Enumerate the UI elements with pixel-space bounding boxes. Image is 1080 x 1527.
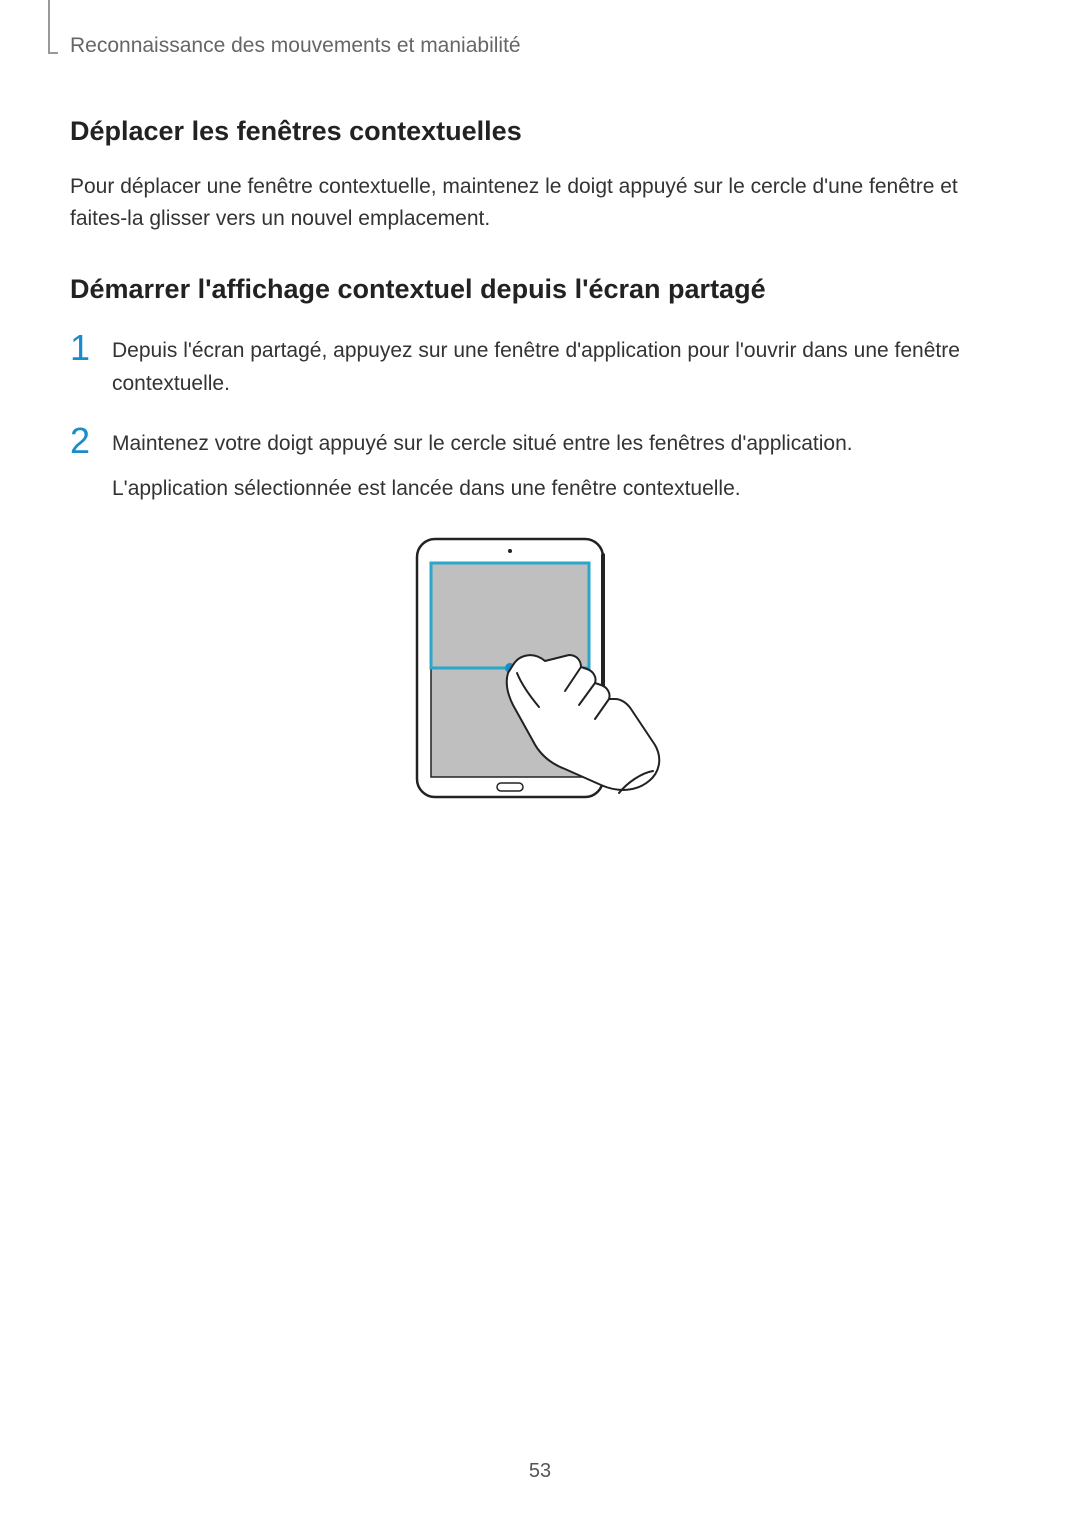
step-item: 1 Depuis l'écran partagé, appuyez sur un… (70, 329, 1010, 400)
step-item: 2 Maintenez votre doigt appuyé sur le ce… (70, 422, 1010, 505)
illustration-container (70, 533, 1010, 853)
section-title-start-popup: Démarrer l'affichage contextuel depuis l… (70, 274, 1010, 305)
step-sub-text: L'application sélectionnée est lancée da… (112, 473, 853, 506)
step-number: 2 (70, 422, 112, 460)
step-text: Maintenez votre doigt appuyé sur le cerc… (112, 422, 853, 505)
breadcrumb: Reconnaissance des mouvements et maniabi… (70, 34, 1010, 58)
step-text: Depuis l'écran partagé, appuyez sur une … (112, 329, 1010, 400)
header-mark-decoration (48, 0, 50, 54)
section-paragraph-move-popup: Pour déplacer une fenêtre contextuelle, … (70, 171, 1010, 234)
step-number: 1 (70, 329, 112, 367)
tablet-gesture-illustration (405, 533, 675, 853)
manual-page: Reconnaissance des mouvements et maniabi… (0, 0, 1080, 1527)
page-number: 53 (0, 1460, 1080, 1483)
section-title-move-popup: Déplacer les fenêtres contextuelles (70, 116, 1010, 147)
steps-list: 1 Depuis l'écran partagé, appuyez sur un… (70, 329, 1010, 505)
step-main-text: Maintenez votre doigt appuyé sur le cerc… (112, 432, 853, 455)
